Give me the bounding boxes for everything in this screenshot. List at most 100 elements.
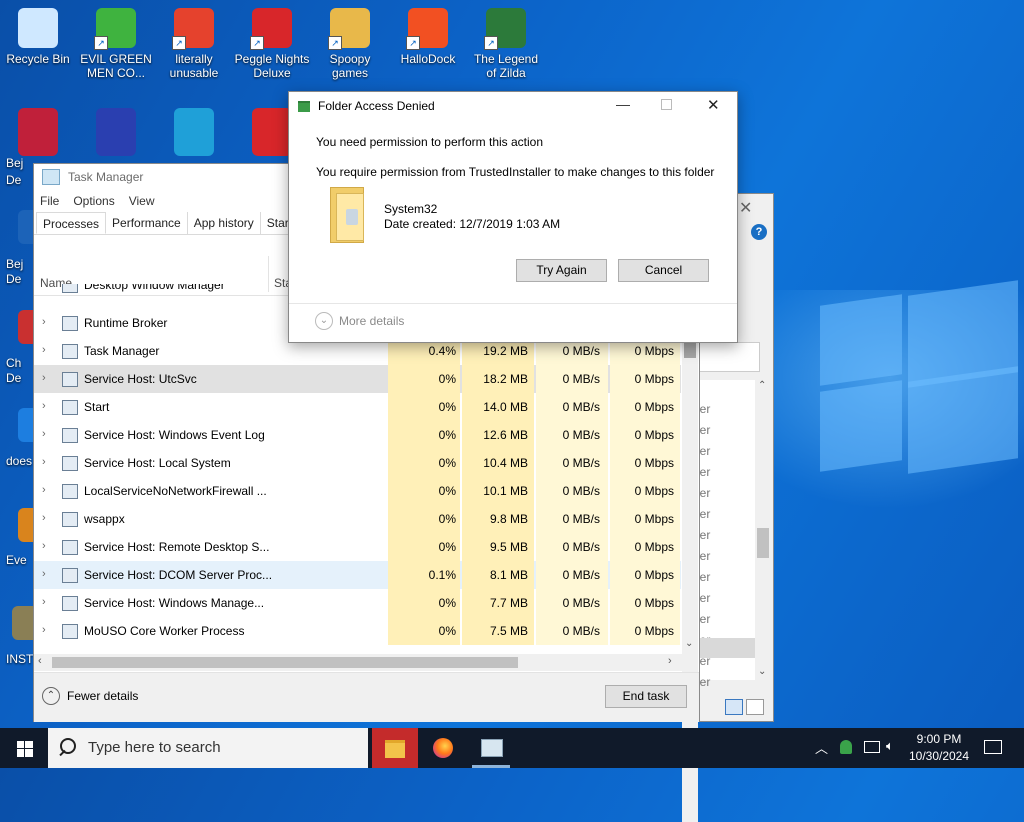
- try-again-button[interactable]: Try Again: [516, 259, 607, 282]
- desktop-icon[interactable]: ↗ HalloDock: [390, 8, 466, 66]
- minimize-icon[interactable]: —: [616, 96, 630, 112]
- process-icon: [62, 624, 78, 639]
- network-value: 0 Mbps: [634, 512, 674, 526]
- chevron-right-icon[interactable]: ›: [42, 624, 46, 636]
- chevron-right-icon[interactable]: ›: [42, 344, 46, 356]
- chevron-right-icon[interactable]: ›: [42, 316, 46, 328]
- horizontal-scrollbar[interactable]: ‹ ›: [34, 654, 682, 671]
- desktop-icon[interactable]: Recycle Bin: [0, 8, 76, 66]
- peggle-icon[interactable]: [252, 108, 292, 156]
- chevron-right-icon[interactable]: ›: [42, 596, 46, 608]
- cpu-value: 0%: [438, 596, 456, 610]
- process-name: Runtime Broker: [84, 316, 168, 330]
- fewer-details-link[interactable]: Fewer details: [67, 689, 138, 703]
- taskbar-search-box[interactable]: Type here to search: [48, 728, 368, 768]
- disk-value: 0 MB/s: [562, 372, 600, 386]
- clock-date[interactable]: 10/30/2024: [906, 749, 972, 763]
- chevron-right-icon[interactable]: ›: [42, 568, 46, 580]
- process-icon: [62, 596, 78, 611]
- more-details-link[interactable]: More details: [339, 314, 404, 328]
- tab-performance[interactable]: Performance: [106, 212, 188, 234]
- view-icons[interactable]: [725, 699, 765, 715]
- desktop-icon-label[interactable]: De: [6, 371, 21, 385]
- process-name: Desktop Window Manager: [84, 284, 225, 292]
- desktop-icon[interactable]: ↗ Peggle Nights Deluxe: [234, 8, 310, 80]
- chevron-right-icon[interactable]: ›: [42, 512, 46, 524]
- desktop-icon[interactable]: ↗ EVIL GREEN MEN CO...: [78, 8, 154, 80]
- menu-view[interactable]: View: [129, 194, 155, 208]
- volume-icon[interactable]: 🔈︎: [886, 738, 894, 754]
- close-icon[interactable]: ✕: [739, 198, 752, 218]
- chevron-right-icon[interactable]: ›: [42, 456, 46, 468]
- start-button[interactable]: [0, 728, 48, 768]
- chevron-right-icon[interactable]: ›: [42, 428, 46, 440]
- disk-value: 0 MB/s: [562, 428, 600, 442]
- desktop-icon-label[interactable]: De: [6, 272, 21, 286]
- desktop-icon[interactable]: ↗ The Legend of Zilda: [468, 8, 544, 80]
- collapse-icon[interactable]: ⌃: [42, 687, 60, 705]
- bg-input[interactable]: [697, 342, 760, 372]
- desktop-icon-label[interactable]: INST: [6, 652, 33, 666]
- table-row[interactable]: › MoUSO Core Worker Process 0% 7.5 MB 0 MB/s…: [34, 617, 681, 645]
- network-value: 0 Mbps: [634, 624, 674, 638]
- menu-file[interactable]: File: [40, 194, 59, 208]
- mpi-icon[interactable]: [96, 108, 136, 156]
- desktop-icon-label[interactable]: Bej: [6, 156, 23, 170]
- end-task-button[interactable]: End task: [605, 685, 687, 708]
- scroll-right-icon[interactable]: ›: [668, 655, 672, 667]
- cpu-value: 0%: [438, 512, 456, 526]
- desktop-icon-label[interactable]: Bej: [6, 257, 23, 271]
- table-row[interactable]: › Service Host: Local System 0% 10.4 MB 0 MB…: [34, 449, 681, 477]
- desktop-icon-label: literally unusable: [169, 52, 219, 80]
- scroll-thumb[interactable]: [684, 342, 696, 358]
- process-icon: [62, 316, 78, 331]
- cancel-button[interactable]: Cancel: [618, 259, 709, 282]
- taskbar-firefox[interactable]: [420, 728, 466, 768]
- tab-processes[interactable]: Processes: [36, 212, 107, 234]
- menu-options[interactable]: Options: [73, 194, 114, 208]
- desktop-icon[interactable]: ↗ literally unusable: [156, 8, 232, 80]
- desktop-icon-label: Recycle Bin: [6, 52, 70, 66]
- table-row[interactable]: › Service Host: Remote Desktop S... 0% 9.5 …: [34, 533, 681, 561]
- chevron-right-icon[interactable]: ›: [42, 372, 46, 384]
- chevron-right-icon[interactable]: ›: [42, 540, 46, 552]
- notification-icon[interactable]: [984, 740, 1002, 754]
- desktop-icon-label: Spoopy games: [329, 52, 371, 80]
- desktop-icon-label[interactable]: Ch: [6, 356, 21, 370]
- taskbar-file-explorer[interactable]: [372, 728, 418, 768]
- people-icon[interactable]: [840, 740, 852, 754]
- process-icon: [62, 344, 78, 359]
- chevron-right-icon[interactable]: ›: [42, 400, 46, 412]
- network-icon[interactable]: [864, 741, 880, 753]
- table-row[interactable]: › Service Host: UtcSvc 0% 18.2 MB 0 MB/s 0 Mb…: [34, 365, 681, 393]
- scroll-down-icon[interactable]: ⌄: [685, 638, 693, 649]
- clock-time[interactable]: 9:00 PM: [910, 732, 968, 746]
- table-row[interactable]: › Service Host: DCOM Server Proc... 0.1% 8.…: [34, 561, 681, 589]
- process-name: Task Manager: [84, 344, 160, 358]
- desktop-icon-label[interactable]: De: [6, 173, 21, 187]
- hscroll-thumb[interactable]: [52, 657, 518, 668]
- item-date: Date created: 12/7/2019 1:03 AM: [384, 217, 561, 231]
- scroll-left-icon[interactable]: ‹: [38, 655, 42, 667]
- close-icon[interactable]: ✕: [707, 96, 720, 114]
- table-row[interactable]: › Service Host: Windows Event Log 0% 12.6 M…: [34, 421, 681, 449]
- memory-value: 10.4 MB: [483, 456, 528, 470]
- chevron-down-icon[interactable]: ⌄: [315, 312, 333, 330]
- table-row[interactable]: › LocalServiceNoNetworkFirewall ... 0% 10.1…: [34, 477, 681, 505]
- desktop-icon-label[interactable]: Eve: [6, 553, 27, 567]
- dialog-titlebar[interactable]: Folder Access Denied — ✕: [289, 92, 737, 120]
- table-row[interactable]: › Start 0% 14.0 MB 0 MB/s 0 Mbps: [34, 393, 681, 421]
- bejeweled-icon[interactable]: [18, 108, 58, 156]
- tab-app-history[interactable]: App history: [188, 212, 261, 234]
- edge-icon[interactable]: [174, 108, 214, 156]
- chevron-right-icon[interactable]: ›: [42, 484, 46, 496]
- bg-scrollbar[interactable]: ⌃ ⌄: [755, 380, 771, 680]
- chevron-up-icon[interactable]: ︿: [815, 738, 828, 757]
- desktop-icon[interactable]: ↗ Spoopy games: [312, 8, 388, 80]
- help-icon[interactable]: ?: [751, 224, 767, 240]
- process-icon: [62, 428, 78, 443]
- table-row[interactable]: › Service Host: Windows Manage... 0% 7.7 MB…: [34, 589, 681, 617]
- table-row[interactable]: › wsappx 0% 9.8 MB 0 MB/s 0 Mbps: [34, 505, 681, 533]
- taskbar-task-manager[interactable]: [468, 728, 514, 768]
- desktop-icon-label[interactable]: does: [6, 454, 32, 468]
